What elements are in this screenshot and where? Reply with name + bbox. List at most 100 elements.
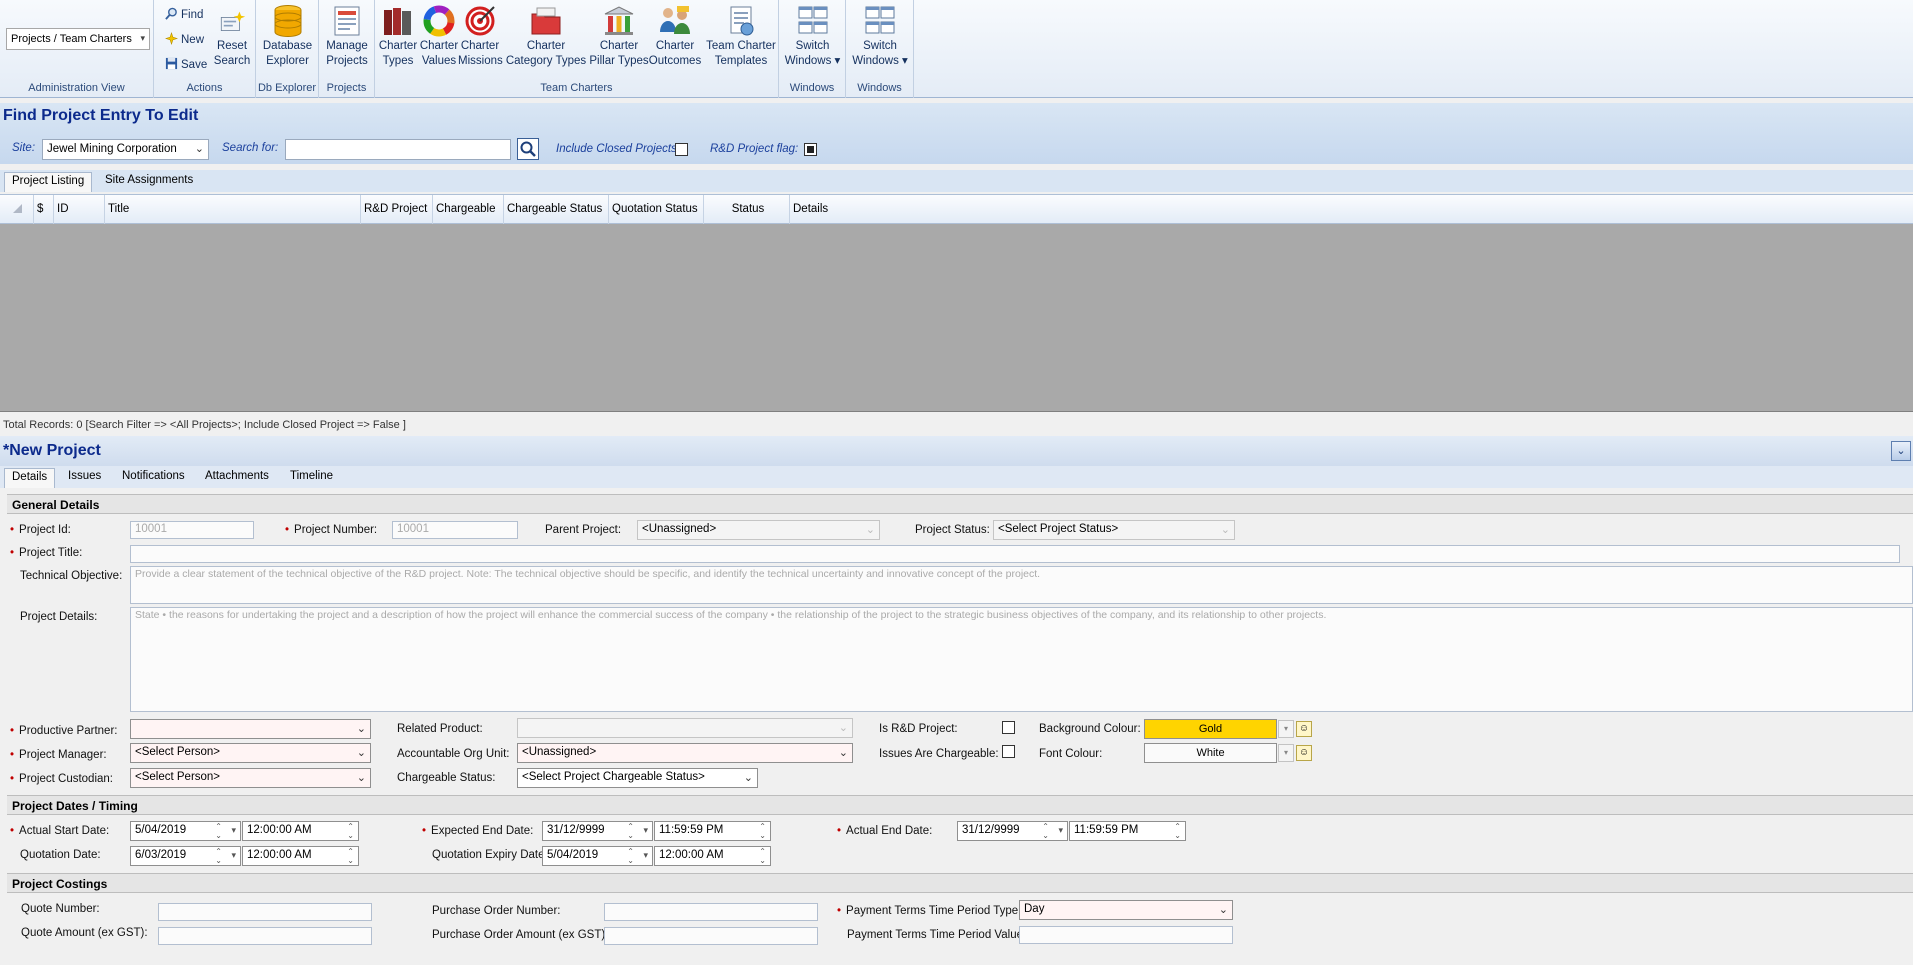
charter-values-label-2: Values [421, 55, 457, 67]
site-select[interactable]: Jewel Mining Corporation ⌄ [42, 139, 209, 160]
project-title-field[interactable] [130, 545, 1900, 563]
accountable-org-select[interactable]: <Unassigned> ⌄ [517, 743, 853, 763]
grid-body[interactable] [0, 224, 1913, 412]
parent-project-value: <Unassigned> [642, 523, 717, 535]
tab-attachments[interactable]: Attachments [198, 468, 276, 488]
tab-issues[interactable]: Issues [61, 468, 108, 488]
column-header-chargeable[interactable]: Chargeable [433, 195, 504, 224]
column-header-chargeable-status[interactable]: Chargeable Status [504, 195, 609, 224]
charter-templates-label-1: Team Charter [706, 40, 776, 52]
project-manager-select[interactable]: <Select Person> ⌄ [130, 743, 371, 763]
column-header-quotation-status[interactable]: Quotation Status [609, 195, 704, 224]
view-selector[interactable]: Projects / Team Charters ▾ [6, 28, 150, 50]
manage-projects-icon [334, 6, 360, 36]
charter-outcomes-button[interactable]: Charter Outcomes [645, 4, 705, 69]
actual-start-time[interactable]: 12:00:00 AM ⌃ ⌄ [242, 821, 359, 841]
smiley-face-icon[interactable]: ☺ [1296, 745, 1312, 761]
database-explorer-button[interactable]: Database Explorer [260, 4, 315, 69]
charter-pillar-types-button[interactable]: Charter Pillar Types [585, 4, 653, 69]
tab-project-listing[interactable]: Project Listing [4, 172, 93, 192]
search-button[interactable] [517, 138, 539, 160]
related-product-select[interactable]: ⌄ [517, 718, 853, 738]
project-custodian-select[interactable]: <Select Person> ⌄ [130, 768, 371, 788]
technical-objective-field[interactable]: Provide a clear statement of the technic… [130, 566, 1913, 604]
charter-types-label-2: Types [382, 55, 414, 67]
ribbon-group-windows-2: Switch Windows ▾ Windows [846, 0, 914, 98]
actual-end-date[interactable]: 31/12/9999 ⌃ ⌄ ▾ [957, 821, 1068, 841]
tab-details[interactable]: Details [4, 468, 56, 488]
issues-chargeable-checkbox[interactable] [1002, 745, 1015, 758]
column-header-rd-project[interactable]: R&D Project [361, 195, 433, 224]
project-details-field[interactable]: State • the reasons for undertaking the … [130, 607, 1913, 712]
actual-end-time[interactable]: 11:59:59 PM ⌃ ⌄ [1069, 821, 1186, 841]
actual-start-date[interactable]: 5/04/2019 ⌃ ⌄ ▾ [130, 821, 241, 841]
column-header-details[interactable]: Details [790, 195, 1913, 224]
font-colour-label: Font Colour: [1039, 748, 1103, 760]
spinner-icon: ⌃ ⌄ [627, 822, 634, 840]
project-custodian-label: Project Custodian: [19, 773, 113, 785]
include-closed-checkbox[interactable] [675, 143, 688, 156]
charter-values-button[interactable]: Charter Values [419, 4, 459, 69]
grid-corner[interactable] [0, 195, 34, 224]
chevron-down-icon: ▾ [231, 850, 236, 860]
switch-windows-button-1[interactable]: Switch Windows ▾ [783, 4, 842, 69]
reset-search-button[interactable]: Reset Search [210, 4, 254, 69]
po-number-field[interactable] [604, 903, 818, 921]
quotation-time[interactable]: 12:00:00 AM ⌃ ⌄ [242, 846, 359, 866]
manage-label-2: Projects [326, 55, 368, 67]
charter-category-types-button[interactable]: Charter Category Types [503, 4, 589, 69]
po-amount-field[interactable] [604, 927, 818, 945]
spinner-icon: ⌃ ⌄ [347, 822, 354, 840]
background-colour-picker[interactable]: Gold ▾ [1144, 719, 1294, 739]
project-number-label: Project Number: [294, 524, 377, 536]
smiley-face-icon[interactable]: ☺ [1296, 721, 1312, 737]
charter-types-button[interactable]: Charter Types [375, 4, 421, 69]
templates-icon [730, 6, 754, 36]
payment-value-field[interactable] [1019, 926, 1233, 944]
project-status-select[interactable]: <Select Project Status> ⌄ [993, 520, 1235, 540]
team-charter-templates-button[interactable]: Team Charter Templates [704, 4, 778, 69]
payment-type-select[interactable]: Day ⌄ [1019, 900, 1233, 920]
is-rd-project-checkbox[interactable] [1002, 721, 1015, 734]
find-button[interactable]: Find [165, 6, 203, 24]
font-colour-picker[interactable]: White ▾ [1144, 743, 1294, 763]
project-status-label: Project Status: [915, 524, 990, 536]
expected-end-date[interactable]: 31/12/9999 ⌃ ⌄ ▾ [542, 821, 653, 841]
charter-missions-button[interactable]: Charter Missions [458, 4, 503, 69]
chevron-down-icon: ⌄ [356, 723, 366, 735]
column-header-id[interactable]: ID [54, 195, 105, 224]
tab-notifications[interactable]: Notifications [115, 468, 192, 488]
column-header-title[interactable]: Title [105, 195, 361, 224]
charter-templates-label-2: Templates [714, 55, 768, 67]
quotation-expiry-date[interactable]: 5/04/2019 ⌃ ⌄ ▾ [542, 846, 653, 866]
quote-amount-field[interactable] [158, 927, 372, 945]
new-button[interactable]: New [165, 31, 204, 49]
column-header-status[interactable]: Status [704, 195, 790, 224]
search-input[interactable] [285, 139, 511, 160]
quotation-expiry-time[interactable]: 12:00:00 AM ⌃ ⌄ [654, 846, 771, 866]
find-title: Find Project Entry To Edit [3, 107, 199, 124]
switch2-label-1: Switch [863, 40, 897, 52]
parent-project-select[interactable]: <Unassigned> ⌄ [637, 520, 880, 540]
column-header-dollar[interactable]: $ [34, 195, 54, 224]
project-title-label: Project Title: [19, 547, 82, 559]
chevron-down-icon: ▾ [1278, 744, 1294, 762]
related-product-label: Related Product: [397, 723, 483, 735]
manage-projects-button[interactable]: Manage Projects [323, 4, 371, 69]
quote-number-field[interactable] [158, 903, 372, 921]
productive-partner-select[interactable]: ⌄ [130, 719, 371, 739]
switch-windows-button-2[interactable]: Switch Windows ▾ [850, 4, 910, 69]
tab-timeline[interactable]: Timeline [283, 468, 340, 488]
chevron-down-icon: ⌄ [865, 524, 875, 536]
status-bar-text: Total Records: 0 [Search Filter => <All … [3, 419, 406, 431]
rd-flag-checkbox[interactable] [804, 143, 817, 156]
site-label: Site: [12, 142, 36, 154]
quotation-date[interactable]: 6/03/2019 ⌃ ⌄ ▾ [130, 846, 241, 866]
expected-end-time[interactable]: 11:59:59 PM ⌃ ⌄ [654, 821, 771, 841]
collapse-button[interactable]: ⌄ [1891, 441, 1911, 461]
chevron-down-icon: ▾ [231, 825, 236, 835]
include-closed-label: Include Closed Projects: [556, 143, 681, 155]
tab-site-assignments[interactable]: Site Assignments [98, 172, 200, 192]
chargeable-status-select[interactable]: <Select Project Chargeable Status> ⌄ [517, 768, 758, 788]
save-button[interactable]: Save [165, 56, 207, 74]
